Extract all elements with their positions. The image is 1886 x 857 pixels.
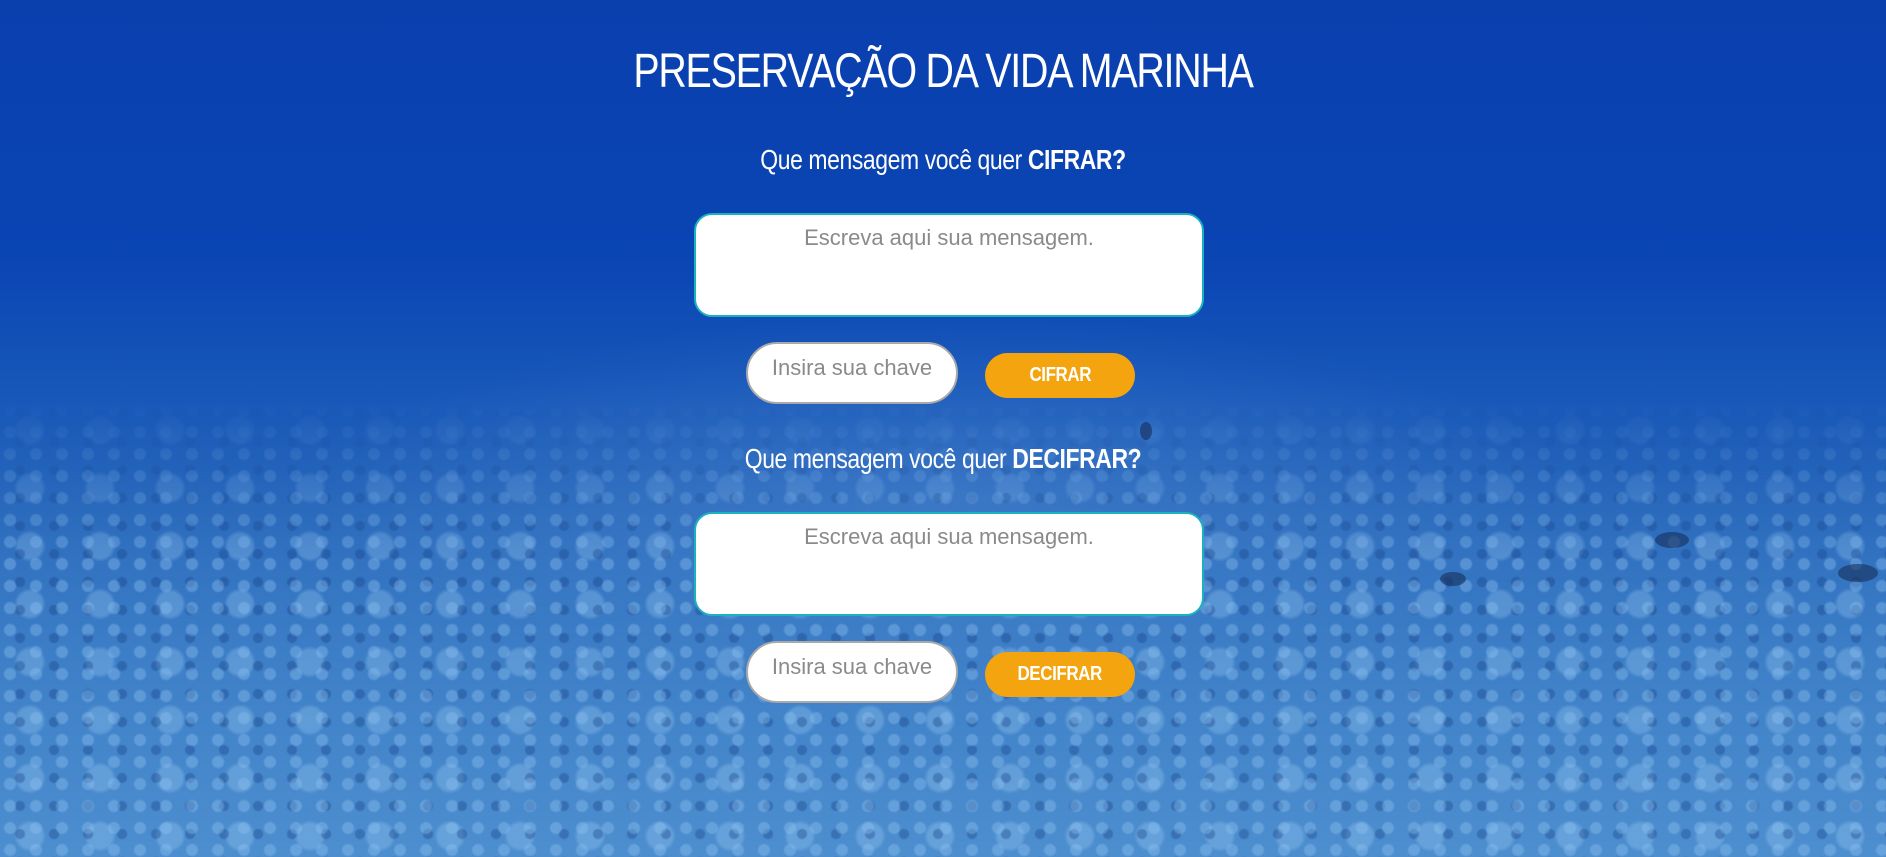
fish-decoration [1140,422,1152,440]
encrypt-question-text: Que mensagem você quer [760,144,1028,175]
encrypt-button-label: CIFRAR [1029,364,1091,386]
decrypt-question-text: Que mensagem você quer [744,443,1013,474]
decrypt-button-label: DECIFRAR [1017,663,1103,685]
fish-decoration [1655,532,1689,548]
decrypt-question: Que mensagem você quer DECIFRAR? [170,443,1717,475]
page-title: PRESERVAÇÃO DA VIDA MARINHA [633,45,1254,98]
decrypt-message-input[interactable] [694,512,1204,616]
decrypt-question-emphasis: DECIFRAR? [1012,443,1142,474]
fish-decoration [1838,564,1878,582]
encrypt-question-emphasis: CIFRAR? [1027,144,1126,175]
encrypt-key-input[interactable] [746,342,958,404]
fish-decoration [1440,572,1466,586]
encrypt-message-input[interactable] [694,213,1204,317]
encrypt-question: Que mensagem você quer CIFRAR? [170,144,1717,176]
encrypt-button[interactable]: CIFRAR [985,353,1135,398]
decrypt-key-input[interactable] [746,641,958,703]
decrypt-button[interactable]: DECIFRAR [985,652,1135,697]
